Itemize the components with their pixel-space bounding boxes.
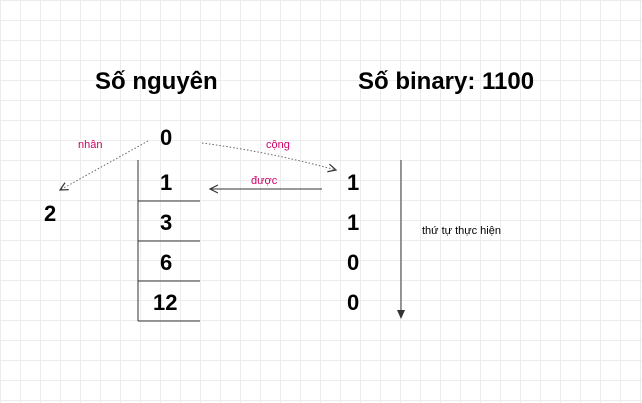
multiply-label: nhân [78, 139, 103, 151]
multiply-arrow [60, 140, 149, 190]
integer-value: 3 [160, 210, 173, 235]
integer-start-value: 0 [160, 125, 173, 150]
diagram-canvas: Số nguyên Số binary: 1100 0 1 3 6 12 2 1… [0, 0, 642, 403]
diagram-lines [0, 140, 405, 322]
binary-heading: Số binary: 1100 [358, 68, 535, 95]
integer-heading: Số nguyên [95, 68, 218, 95]
multiplier-value: 2 [44, 201, 57, 226]
result-label: được [251, 175, 278, 187]
binary-digit: 1 [347, 210, 360, 235]
binary-digit: 0 [347, 250, 360, 275]
integer-value: 12 [153, 290, 178, 315]
integer-value: 1 [160, 170, 173, 195]
binary-digit: 0 [347, 290, 360, 315]
integer-value: 6 [160, 250, 173, 275]
binary-digit: 1 [347, 170, 360, 195]
add-label: cộng [266, 139, 290, 151]
execution-order-label: thứ tự thực hiện [422, 225, 501, 237]
